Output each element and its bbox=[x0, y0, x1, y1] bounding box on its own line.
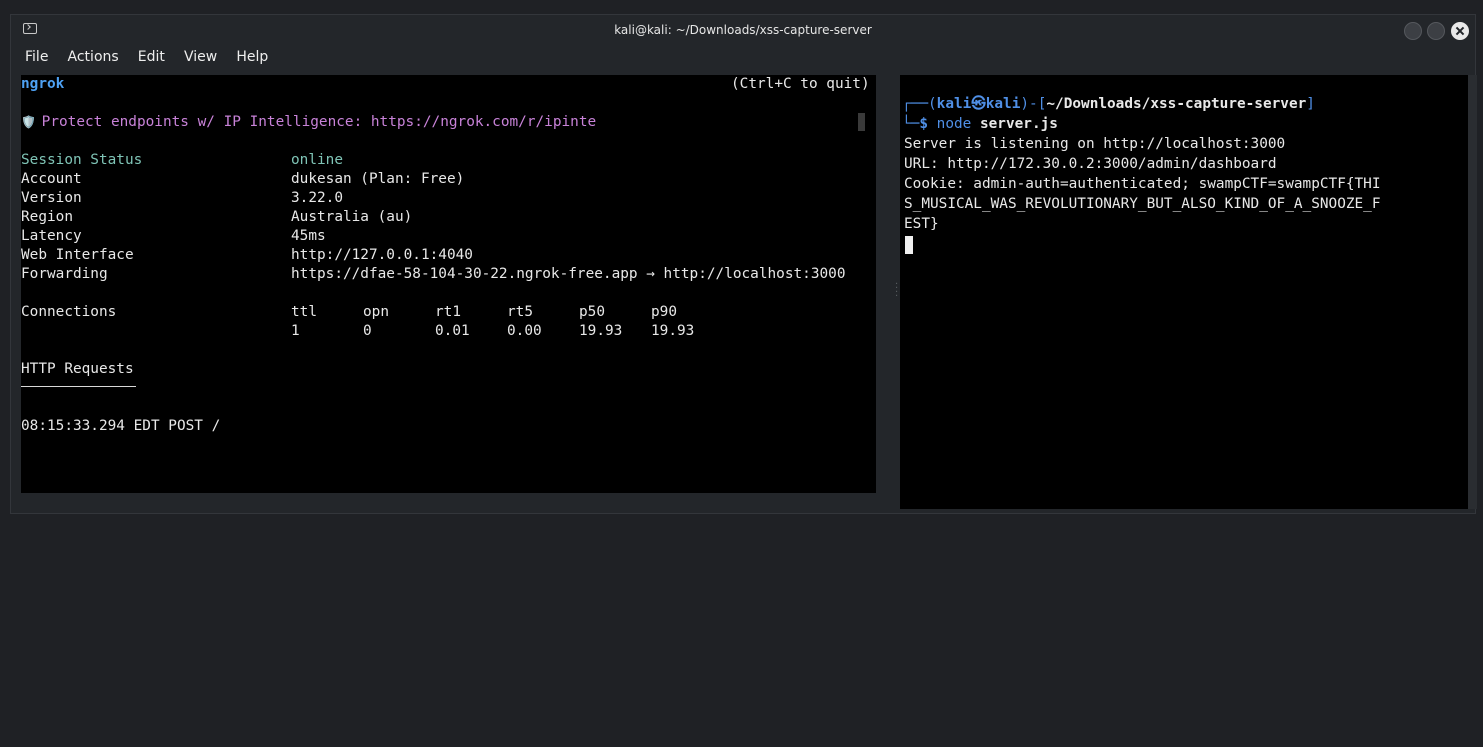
pane-splitter[interactable]: · · · · bbox=[895, 280, 899, 302]
conn-value-ttl: 1 bbox=[291, 323, 300, 339]
ngrok-banner: Protect endpoints w/ IP Intelligence: ht… bbox=[33, 114, 597, 130]
status-label-version: Version bbox=[21, 190, 82, 206]
conn-header-opn: opn bbox=[363, 304, 389, 320]
conn-header-p90: p90 bbox=[651, 304, 677, 320]
prompt-host: kali bbox=[985, 96, 1021, 112]
conn-value-rt5: 0.00 bbox=[507, 323, 542, 339]
conn-header-rt1: rt1 bbox=[435, 304, 461, 320]
prompt-user: kali bbox=[936, 96, 972, 112]
prompt-path: ~/Downloads/xss-capture-server bbox=[1046, 96, 1307, 112]
right-scrollbar[interactable] bbox=[1468, 75, 1477, 509]
http-requests-underline bbox=[21, 386, 136, 387]
menu-file[interactable]: File bbox=[25, 45, 48, 65]
prompt-close: ] bbox=[1306, 96, 1315, 112]
status-label-region: Region bbox=[21, 209, 73, 225]
output-line: S_MUSICAL_WAS_REVOLUTIONARY_BUT_ALSO_KIN… bbox=[904, 196, 1381, 212]
command-arg: server.js bbox=[971, 116, 1058, 132]
status-label-web-interface: Web Interface bbox=[21, 247, 134, 263]
menu-edit[interactable]: Edit bbox=[138, 45, 165, 65]
conn-header-p50: p50 bbox=[579, 304, 605, 320]
menu-view[interactable]: View bbox=[184, 45, 217, 65]
conn-value-p90: 19.93 bbox=[651, 323, 695, 339]
output-line: Cookie: admin-auth=authenticated; swampC… bbox=[904, 176, 1381, 192]
status-value-web-interface: http://127.0.0.1:4040 bbox=[291, 247, 473, 263]
prompt-at: ㉿ bbox=[971, 96, 986, 112]
status-label-forwarding: Forwarding bbox=[21, 266, 108, 282]
status-value-region: Australia (au) bbox=[291, 209, 413, 225]
inactive-cursor bbox=[858, 113, 865, 131]
status-value-version: 3.22.0 bbox=[291, 190, 343, 206]
prompt-dollar: $ bbox=[919, 116, 937, 132]
conn-header-rt5: rt5 bbox=[507, 304, 533, 320]
status-value-latency: 45ms bbox=[291, 228, 326, 244]
server-terminal-pane[interactable]: ┌──(kali㉿kali)-[~/Downloads/xss-capture-… bbox=[900, 75, 1475, 509]
menu-actions[interactable]: Actions bbox=[68, 45, 119, 65]
close-button[interactable] bbox=[1451, 22, 1469, 40]
menu-help[interactable]: Help bbox=[236, 45, 268, 65]
conn-header-ttl: ttl bbox=[291, 304, 317, 320]
ngrok-terminal-pane[interactable]: ngrok (Ctrl+C to quit) 🛡️ Protect endpoi… bbox=[21, 75, 876, 493]
prompt-bottom-prefix: └─ bbox=[902, 116, 920, 132]
status-value-account: dukesan (Plan: Free) bbox=[291, 171, 465, 187]
prompt-mid: )-[ bbox=[1020, 96, 1047, 112]
status-label-session: Session Status bbox=[21, 152, 143, 168]
status-value-session: online bbox=[291, 152, 343, 168]
http-requests-label: HTTP Requests bbox=[21, 361, 134, 377]
status-label-latency: Latency bbox=[21, 228, 82, 244]
ngrok-header: ngrok bbox=[21, 76, 65, 92]
output-line: EST} bbox=[904, 216, 939, 232]
output-line: Server is listening on http://localhost:… bbox=[904, 136, 1286, 152]
quit-hint: (Ctrl+C to quit) bbox=[731, 76, 870, 92]
prompt-top-line: ┌──(kali㉿kali)-[~/Downloads/xss-capture-… bbox=[902, 95, 1315, 114]
command-node: node bbox=[936, 116, 972, 132]
conn-value-p50: 19.93 bbox=[579, 323, 623, 339]
request-line: 08:15:33.294 EDT POST / bbox=[21, 418, 221, 434]
menu-bar: File Actions Edit View Help bbox=[11, 45, 1475, 73]
maximize-button[interactable] bbox=[1427, 22, 1445, 40]
title-bar[interactable]: kali@kali: ~/Downloads/xss-capture-serve… bbox=[11, 15, 1475, 45]
status-value-forwarding: https://dfae-58-104-30-22.ngrok-free.app… bbox=[291, 266, 846, 282]
prompt-top-prefix: ┌──( bbox=[902, 96, 937, 112]
connections-label: Connections bbox=[21, 304, 117, 320]
window-title: kali@kali: ~/Downloads/xss-capture-serve… bbox=[614, 23, 872, 37]
terminal-window: kali@kali: ~/Downloads/xss-capture-serve… bbox=[10, 14, 1477, 514]
status-label-account: Account bbox=[21, 171, 82, 187]
text-cursor bbox=[905, 236, 913, 254]
conn-value-opn: 0 bbox=[363, 323, 372, 339]
minimize-button[interactable] bbox=[1404, 22, 1422, 40]
output-line: URL: http://172.30.0.2:3000/admin/dashbo… bbox=[904, 156, 1277, 172]
prompt-bottom-line: └─$ node server.js bbox=[902, 115, 1058, 134]
conn-value-rt1: 0.01 bbox=[435, 323, 470, 339]
